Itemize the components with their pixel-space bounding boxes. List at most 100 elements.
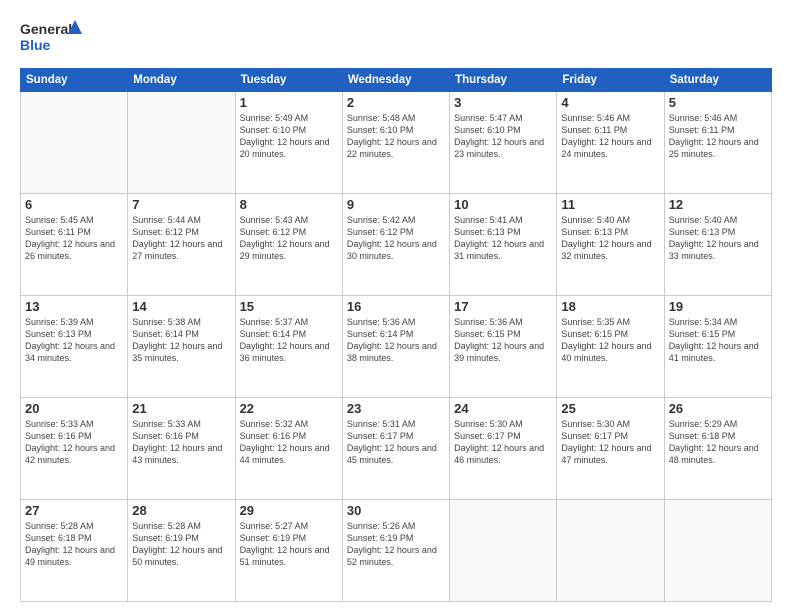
day-info: Sunrise: 5:41 AM Sunset: 6:13 PM Dayligh…: [454, 214, 552, 263]
day-info: Sunrise: 5:32 AM Sunset: 6:16 PM Dayligh…: [240, 418, 338, 467]
calendar-cell: 23 Sunrise: 5:31 AM Sunset: 6:17 PM Dayli…: [342, 398, 449, 500]
calendar-cell: 18 Sunrise: 5:35 AM Sunset: 6:15 PM Dayli…: [557, 296, 664, 398]
calendar-cell: 20 Sunrise: 5:33 AM Sunset: 6:16 PM Dayli…: [21, 398, 128, 500]
day-info: Sunrise: 5:36 AM Sunset: 6:15 PM Dayligh…: [454, 316, 552, 365]
calendar-cell: 14 Sunrise: 5:38 AM Sunset: 6:14 PM Dayli…: [128, 296, 235, 398]
calendar-cell: [450, 500, 557, 602]
logo-svg: General Blue: [20, 18, 80, 58]
calendar-header-thursday: Thursday: [450, 69, 557, 92]
calendar-cell: 28Sunrise: 5:28 AM Sunset: 6:19 PM Dayli…: [128, 500, 235, 602]
day-info: Sunrise: 5:28 AM Sunset: 6:18 PM Dayligh…: [25, 520, 123, 569]
day-info: Sunrise: 5:29 AM Sunset: 6:18 PM Dayligh…: [669, 418, 767, 467]
day-number: 2: [347, 95, 445, 110]
calendar-cell: [557, 500, 664, 602]
day-number: 7: [132, 197, 230, 212]
calendar-cell: 17Sunrise: 5:36 AM Sunset: 6:15 PM Dayli…: [450, 296, 557, 398]
calendar-cell: 15 Sunrise: 5:37 AM Sunset: 6:14 PM Dayli…: [235, 296, 342, 398]
day-info: Sunrise: 5:47 AM Sunset: 6:10 PM Dayligh…: [454, 112, 552, 161]
calendar-cell: [128, 92, 235, 194]
calendar-week-1: 6 Sunrise: 5:45 AM Sunset: 6:11 PM Daylig…: [21, 194, 772, 296]
calendar-cell: 12 Sunrise: 5:40 AM Sunset: 6:13 PM Dayli…: [664, 194, 771, 296]
day-number: 5: [669, 95, 767, 110]
calendar-cell: [664, 500, 771, 602]
calendar-cell: 10 Sunrise: 5:41 AM Sunset: 6:13 PM Dayli…: [450, 194, 557, 296]
day-info: Sunrise: 5:46 AM Sunset: 6:11 PM Dayligh…: [561, 112, 659, 161]
day-info: Sunrise: 5:43 AM Sunset: 6:12 PM Dayligh…: [240, 214, 338, 263]
calendar-cell: 21 Sunrise: 5:33 AM Sunset: 6:16 PM Dayli…: [128, 398, 235, 500]
day-info: Sunrise: 5:40 AM Sunset: 6:13 PM Dayligh…: [561, 214, 659, 263]
day-number: 3: [454, 95, 552, 110]
calendar-cell: 1Sunrise: 5:49 AM Sunset: 6:10 PM Daylig…: [235, 92, 342, 194]
svg-text:General: General: [20, 21, 72, 37]
day-number: 21: [132, 401, 230, 416]
calendar-week-2: 13Sunrise: 5:39 AM Sunset: 6:13 PM Dayli…: [21, 296, 772, 398]
calendar-cell: 3 Sunrise: 5:47 AM Sunset: 6:10 PM Daylig…: [450, 92, 557, 194]
day-number: 20: [25, 401, 123, 416]
day-number: 18: [561, 299, 659, 314]
calendar-cell: 7 Sunrise: 5:44 AM Sunset: 6:12 PM Daylig…: [128, 194, 235, 296]
calendar-cell: 25 Sunrise: 5:30 AM Sunset: 6:17 PM Dayli…: [557, 398, 664, 500]
day-info: Sunrise: 5:31 AM Sunset: 6:17 PM Dayligh…: [347, 418, 445, 467]
day-number: 24: [454, 401, 552, 416]
day-info: Sunrise: 5:37 AM Sunset: 6:14 PM Dayligh…: [240, 316, 338, 365]
day-info: Sunrise: 5:44 AM Sunset: 6:12 PM Dayligh…: [132, 214, 230, 263]
day-info: Sunrise: 5:35 AM Sunset: 6:15 PM Dayligh…: [561, 316, 659, 365]
calendar-header-sunday: Sunday: [21, 69, 128, 92]
calendar-cell: 5Sunrise: 5:46 AM Sunset: 6:11 PM Daylig…: [664, 92, 771, 194]
calendar-cell: 6 Sunrise: 5:45 AM Sunset: 6:11 PM Daylig…: [21, 194, 128, 296]
day-number: 25: [561, 401, 659, 416]
calendar-header-friday: Friday: [557, 69, 664, 92]
day-info: Sunrise: 5:26 AM Sunset: 6:19 PM Dayligh…: [347, 520, 445, 569]
calendar-week-3: 20 Sunrise: 5:33 AM Sunset: 6:16 PM Dayli…: [21, 398, 772, 500]
day-info: Sunrise: 5:34 AM Sunset: 6:15 PM Dayligh…: [669, 316, 767, 365]
calendar-table: SundayMondayTuesdayWednesdayThursdayFrid…: [20, 68, 772, 602]
day-info: Sunrise: 5:40 AM Sunset: 6:13 PM Dayligh…: [669, 214, 767, 263]
day-info: Sunrise: 5:30 AM Sunset: 6:17 PM Dayligh…: [454, 418, 552, 467]
calendar-week-0: 1Sunrise: 5:49 AM Sunset: 6:10 PM Daylig…: [21, 92, 772, 194]
calendar-cell: 30 Sunrise: 5:26 AM Sunset: 6:19 PM Dayli…: [342, 500, 449, 602]
calendar-week-4: 27 Sunrise: 5:28 AM Sunset: 6:18 PM Dayli…: [21, 500, 772, 602]
day-number: 28: [132, 503, 230, 518]
day-info: Sunrise: 5:33 AM Sunset: 6:16 PM Dayligh…: [132, 418, 230, 467]
calendar-cell: [21, 92, 128, 194]
day-info: Sunrise: 5:36 AM Sunset: 6:14 PM Dayligh…: [347, 316, 445, 365]
day-info: Sunrise: 5:38 AM Sunset: 6:14 PM Dayligh…: [132, 316, 230, 365]
day-info: Sunrise: 5:42 AM Sunset: 6:12 PM Dayligh…: [347, 214, 445, 263]
day-number: 10: [454, 197, 552, 212]
day-info: Sunrise: 5:30 AM Sunset: 6:17 PM Dayligh…: [561, 418, 659, 467]
calendar-header-row: SundayMondayTuesdayWednesdayThursdayFrid…: [21, 69, 772, 92]
day-number: 23: [347, 401, 445, 416]
day-info: Sunrise: 5:27 AM Sunset: 6:19 PM Dayligh…: [240, 520, 338, 569]
calendar-cell: 11 Sunrise: 5:40 AM Sunset: 6:13 PM Dayli…: [557, 194, 664, 296]
day-info: Sunrise: 5:48 AM Sunset: 6:10 PM Dayligh…: [347, 112, 445, 161]
day-number: 19: [669, 299, 767, 314]
day-number: 14: [132, 299, 230, 314]
day-number: 16: [347, 299, 445, 314]
day-number: 8: [240, 197, 338, 212]
calendar-cell: 4 Sunrise: 5:46 AM Sunset: 6:11 PM Daylig…: [557, 92, 664, 194]
day-number: 9: [347, 197, 445, 212]
svg-text:Blue: Blue: [20, 37, 51, 53]
day-number: 15: [240, 299, 338, 314]
day-number: 29: [240, 503, 338, 518]
calendar-cell: 13Sunrise: 5:39 AM Sunset: 6:13 PM Dayli…: [21, 296, 128, 398]
calendar-header-monday: Monday: [128, 69, 235, 92]
calendar-cell: 22 Sunrise: 5:32 AM Sunset: 6:16 PM Dayli…: [235, 398, 342, 500]
day-number: 26: [669, 401, 767, 416]
day-number: 30: [347, 503, 445, 518]
day-info: Sunrise: 5:33 AM Sunset: 6:16 PM Dayligh…: [25, 418, 123, 467]
calendar-cell: 8 Sunrise: 5:43 AM Sunset: 6:12 PM Daylig…: [235, 194, 342, 296]
day-number: 11: [561, 197, 659, 212]
calendar-cell: 19 Sunrise: 5:34 AM Sunset: 6:15 PM Dayli…: [664, 296, 771, 398]
day-number: 4: [561, 95, 659, 110]
day-number: 6: [25, 197, 123, 212]
calendar-cell: 29 Sunrise: 5:27 AM Sunset: 6:19 PM Dayli…: [235, 500, 342, 602]
day-number: 27: [25, 503, 123, 518]
day-number: 12: [669, 197, 767, 212]
day-info: Sunrise: 5:45 AM Sunset: 6:11 PM Dayligh…: [25, 214, 123, 263]
day-number: 22: [240, 401, 338, 416]
calendar-cell: 16 Sunrise: 5:36 AM Sunset: 6:14 PM Dayli…: [342, 296, 449, 398]
calendar-header-saturday: Saturday: [664, 69, 771, 92]
header: General Blue: [20, 18, 772, 58]
day-number: 13: [25, 299, 123, 314]
